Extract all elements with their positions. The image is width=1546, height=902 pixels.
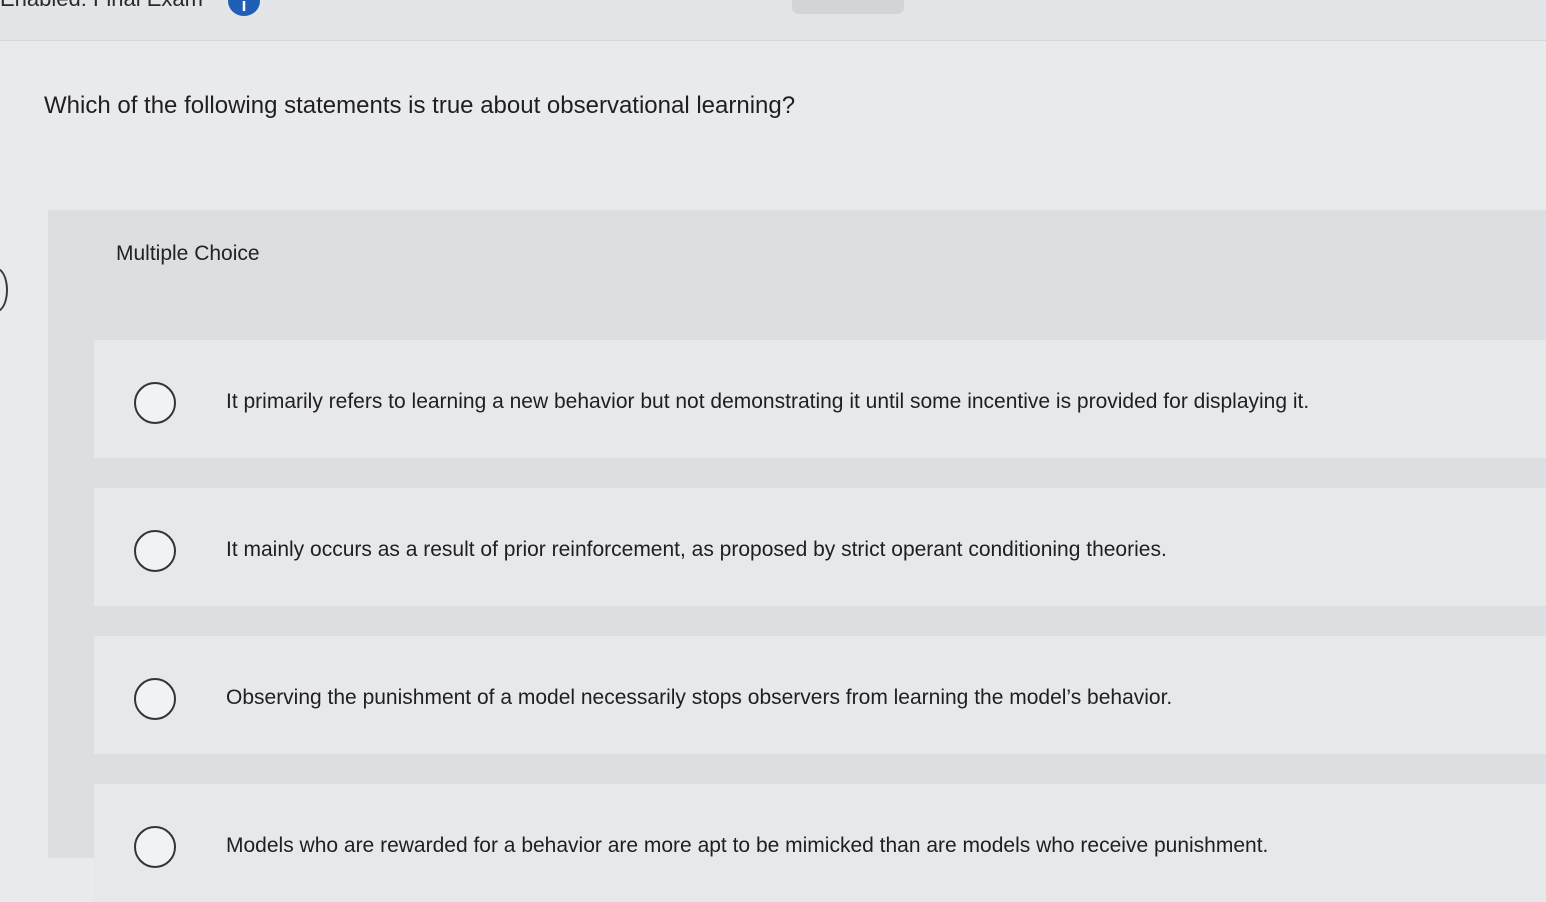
answer-option[interactable]: Observing the punishment of a model nece… — [94, 636, 1546, 754]
assignment-title: Enabled: Final Exam — [0, 0, 203, 12]
answer-option-text[interactable]: It primarily refers to learning a new be… — [226, 390, 1309, 414]
radio-button[interactable] — [134, 382, 176, 424]
answer-option-text[interactable]: It mainly occurs as a result of prior re… — [226, 538, 1167, 562]
question-text: Which of the following statements is tru… — [44, 92, 796, 119]
radio-button[interactable] — [134, 530, 176, 572]
answer-option-text[interactable]: Observing the punishment of a model nece… — [226, 686, 1172, 710]
top-bar: Enabled: Final Exam i — [0, 0, 1546, 41]
top-action-button[interactable] — [792, 0, 904, 14]
side-scroll-handle[interactable] — [0, 268, 8, 312]
answer-option[interactable]: It primarily refers to learning a new be… — [94, 340, 1546, 458]
info-icon[interactable]: i — [228, 0, 260, 16]
answer-option-text[interactable]: Models who are rewarded for a behavior a… — [226, 834, 1268, 858]
answer-option[interactable]: Models who are rewarded for a behavior a… — [94, 784, 1546, 902]
radio-button[interactable] — [134, 826, 176, 868]
question-type-label: Multiple Choice — [116, 242, 260, 265]
radio-button[interactable] — [134, 678, 176, 720]
multiple-choice-panel: Multiple Choice It primarily refers to l… — [48, 210, 1546, 902]
answer-option[interactable]: It mainly occurs as a result of prior re… — [94, 488, 1546, 606]
